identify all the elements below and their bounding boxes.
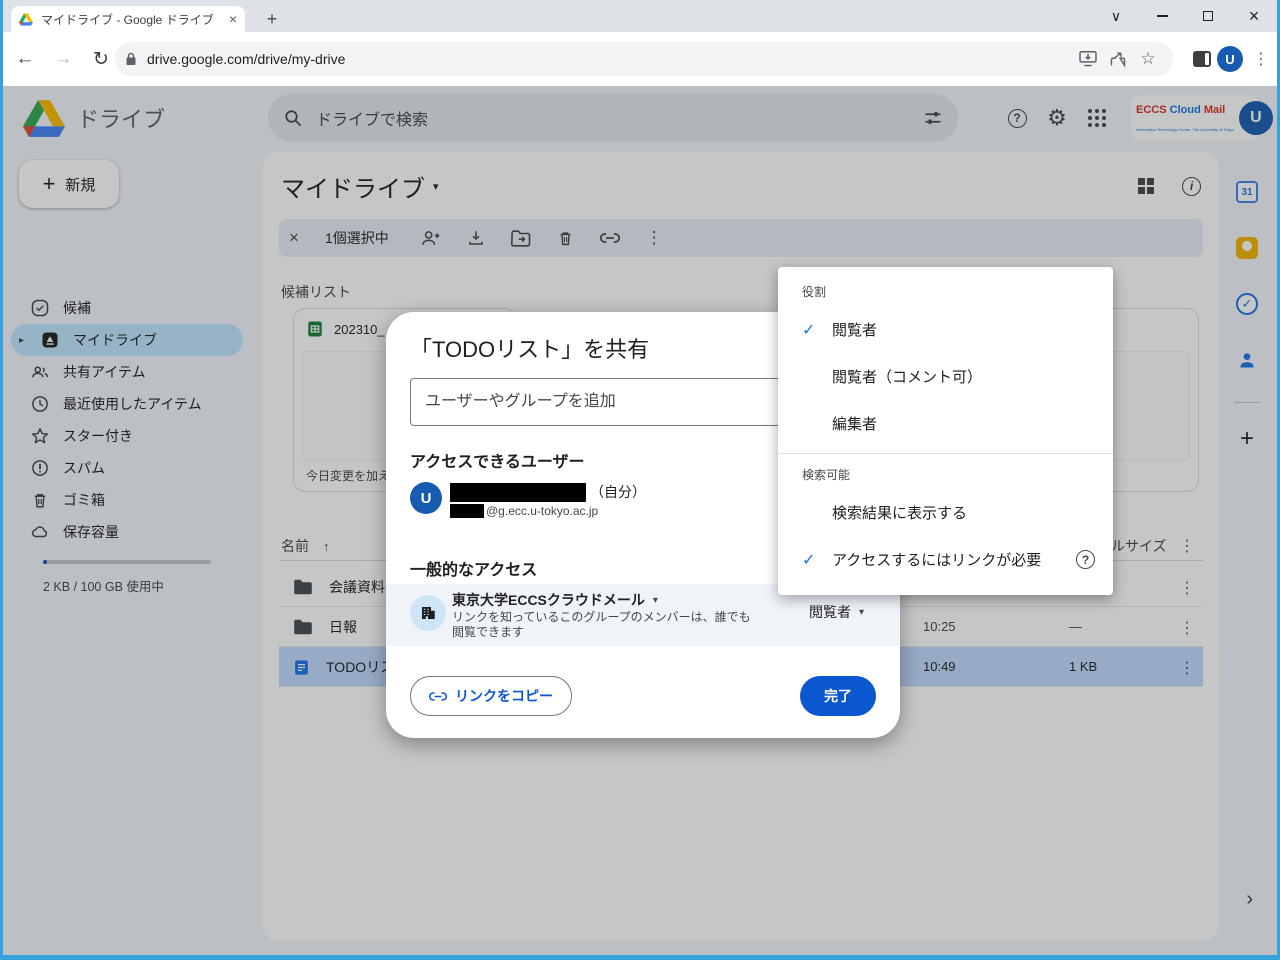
browser-window: マイドライブ - Google ドライブ × + ∨ × ← → ↻ drive… (0, 0, 1280, 960)
lock-icon (125, 52, 137, 66)
browser-menu-icon[interactable]: ⋮ (1253, 49, 1269, 69)
group-role-selector[interactable]: 閲覧者▾ (809, 602, 864, 622)
title-bar: マイドライブ - Google ドライブ × + ∨ × (3, 0, 1277, 32)
url-text: drive.google.com/drive/my-drive (147, 51, 1073, 67)
dialog-title: 「TODOリスト」を共有 (410, 332, 649, 364)
link-icon (429, 691, 447, 702)
close-button[interactable]: × (1231, 0, 1277, 32)
search-menu-header: 検索可能 (778, 462, 1113, 489)
maximize-button[interactable] (1185, 0, 1231, 32)
drive-favicon (19, 13, 33, 26)
copy-link-button[interactable]: リンクをコピー (410, 676, 572, 716)
browser-toolbar: ← → ↻ drive.google.com/drive/my-drive ☆ … (3, 32, 1277, 86)
caret-down-icon: ▾ (653, 595, 658, 606)
bookmark-star-icon[interactable]: ☆ (1133, 44, 1163, 74)
check-icon: ✓ (802, 550, 832, 570)
menu-divider (778, 453, 1113, 454)
done-button[interactable]: 完了 (800, 676, 876, 716)
organization-icon (419, 604, 437, 622)
side-panel-icon[interactable] (1193, 51, 1211, 67)
check-icon: ✓ (802, 320, 832, 340)
redacted-email-prefix (450, 504, 484, 518)
browser-tab[interactable]: マイドライブ - Google ドライブ × (11, 6, 245, 32)
install-app-icon[interactable] (1073, 44, 1103, 74)
group-avatar (410, 595, 446, 631)
access-section-header: アクセスできるユーザー (410, 448, 585, 472)
menu-item-viewer[interactable]: ✓ 閲覧者 (778, 306, 1113, 353)
new-tab-button[interactable]: + (259, 6, 285, 32)
forward-icon[interactable]: → (47, 43, 79, 75)
owner-avatar: U (410, 482, 442, 514)
minimize-button[interactable] (1139, 0, 1185, 32)
menu-item-editor[interactable]: 編集者 (778, 400, 1113, 447)
redacted-owner-name (450, 483, 586, 502)
caret-down-icon: ▾ (859, 607, 864, 618)
back-icon[interactable]: ← (9, 43, 41, 75)
group-access-selector[interactable]: 東京大学ECCSクラウドメール▾ (452, 590, 658, 610)
owner-email-domain: @g.ecc.u-tokyo.ac.jp (486, 504, 598, 518)
reload-icon[interactable]: ↻ (85, 43, 117, 75)
menu-item-link-required[interactable]: ✓ アクセスするにはリンクが必要 ? (778, 536, 1113, 583)
tab-close-icon[interactable]: × (229, 11, 237, 27)
owner-self-label: （自分） (590, 482, 646, 502)
menu-item-commenter[interactable]: 閲覧者（コメント可） (778, 353, 1113, 400)
url-bar[interactable]: drive.google.com/drive/my-drive ☆ (115, 42, 1173, 76)
profile-avatar[interactable]: U (1217, 46, 1243, 72)
share-icon[interactable] (1103, 44, 1133, 74)
window-controls: ∨ × (1093, 0, 1277, 32)
tab-title: マイドライブ - Google ドライブ (41, 11, 221, 28)
tab-search-icon[interactable]: ∨ (1093, 0, 1139, 32)
help-icon[interactable]: ? (1076, 550, 1095, 569)
menu-item-show-in-search[interactable]: 検索結果に表示する (778, 489, 1113, 536)
role-menu: 役割 ✓ 閲覧者 閲覧者（コメント可） 編集者 検索可能 検索結果に表示する ✓ (778, 267, 1113, 595)
role-menu-header: 役割 (778, 279, 1113, 306)
general-access-header: 一般的なアクセス (410, 556, 537, 580)
drive-page: ドライブ ドライブで検索 ? ⚙ ECCS Cloud Mail Informa… (3, 86, 1277, 955)
group-access-description: リンクを知っているこのグループのメンバーは、誰でも閲覧できます (452, 610, 762, 640)
